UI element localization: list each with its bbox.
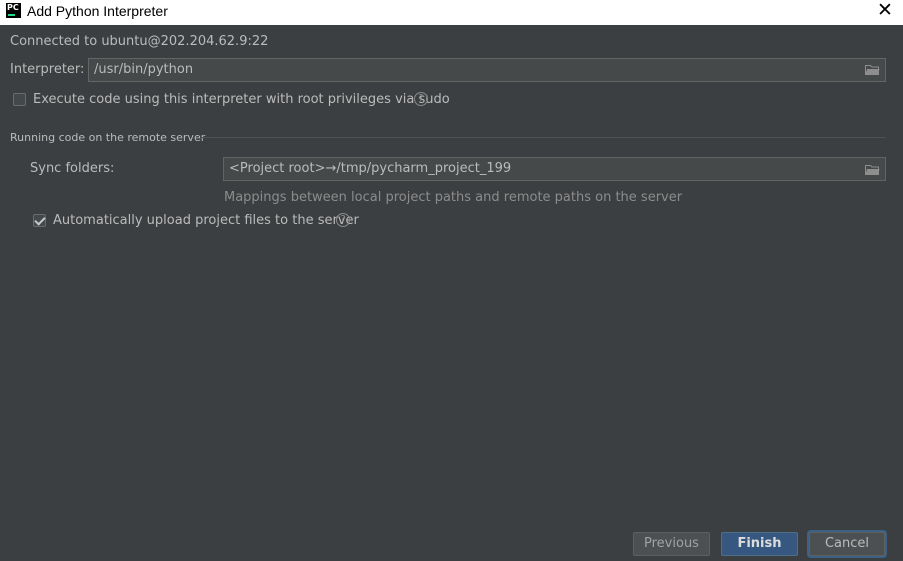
connection-status: Connected to ubuntu@202.204.62.9:22 [10,34,269,49]
section-divider [201,137,886,138]
auto-upload-label: Automatically upload project files to th… [53,213,359,228]
section-title-remote: Running code on the remote server [10,131,206,144]
close-icon[interactable]: ✕ [877,0,893,22]
window-title: Add Python Interpreter [27,3,168,19]
auto-upload-checkbox[interactable] [33,214,46,227]
sync-folders-hint: Mappings between local project paths and… [224,190,683,205]
folder-icon[interactable] [865,64,880,75]
folder-icon[interactable] [865,164,880,175]
interpreter-label: Interpreter: [10,62,85,77]
previous-button[interactable]: Previous [633,532,710,556]
sync-folders-label: Sync folders: [30,161,115,176]
sync-folders-field[interactable]: <Project root>→/tmp/pycharm_project_199 [223,157,886,181]
interpreter-path-field[interactable]: /usr/bin/python [88,58,886,82]
cancel-button[interactable]: Cancel [809,532,885,556]
sudo-help-icon[interactable]: ? [414,92,428,106]
pycharm-logo-icon: PC [6,3,21,18]
title-bar: PC Add Python Interpreter ✕ [0,0,903,25]
sync-folders-value: <Project root>→/tmp/pycharm_project_199 [229,161,512,176]
finish-button[interactable]: Finish [721,532,798,556]
auto-upload-help-icon[interactable]: ? [336,213,350,227]
interpreter-path-value: /usr/bin/python [94,62,194,77]
sudo-checkbox[interactable] [13,93,26,106]
sudo-checkbox-label: Execute code using this interpreter with… [33,92,450,107]
